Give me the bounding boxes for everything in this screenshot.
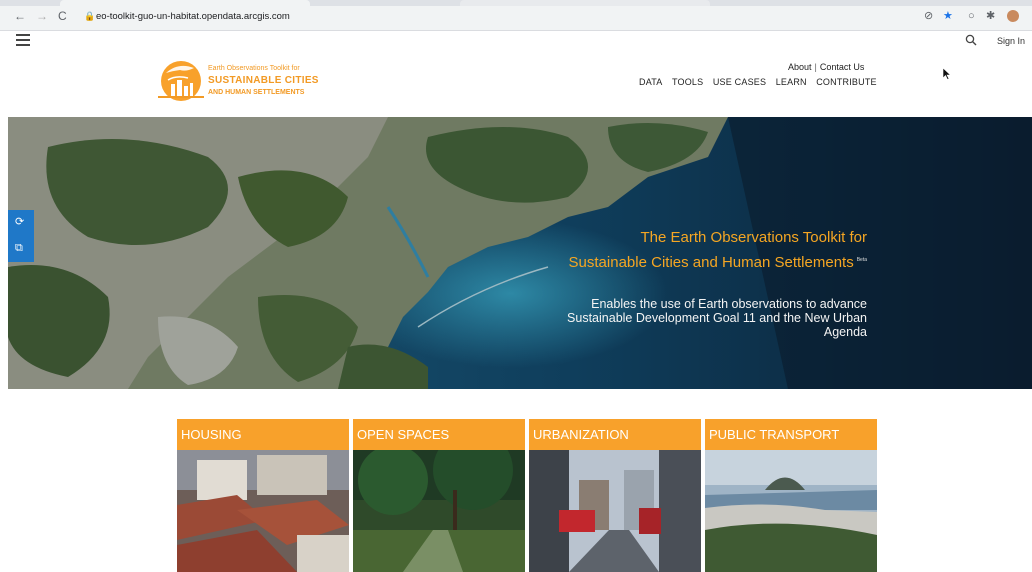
- beta-badge: Beta: [856, 257, 867, 263]
- about-link[interactable]: About: [788, 62, 812, 72]
- nav-contribute[interactable]: CONTRIBUTE: [816, 77, 877, 87]
- site-top-bar: Sign In: [0, 31, 1032, 51]
- open-spaces-photo: [353, 450, 525, 572]
- browser-tab-2[interactable]: [460, 0, 710, 6]
- browser-toolbar: ← → C 🔒 eo-toolkit-guo-un-habitat.openda…: [0, 0, 1032, 31]
- logo-line-2: SUSTAINABLE CITIES: [208, 75, 319, 86]
- site-logo[interactable]: Earth Observations Toolkit for SUSTAINAB…: [158, 58, 338, 104]
- logo-line-3: AND HUMAN SETTLEMENTS: [208, 89, 305, 96]
- nav-learn[interactable]: LEARN: [776, 77, 807, 87]
- address-bar[interactable]: 🔒 eo-toolkit-guo-un-habitat.opendata.arc…: [78, 8, 938, 26]
- forward-icon[interactable]: →: [36, 10, 48, 22]
- public-transport-photo: [705, 450, 877, 572]
- card-label: OPEN SPACES: [357, 427, 450, 442]
- card-label: URBANIZATION: [533, 427, 629, 442]
- utility-links: About | Contact Us: [788, 62, 864, 72]
- nav-data[interactable]: DATA: [639, 77, 662, 87]
- hero-title-text: The Earth Observations Toolkit for Susta…: [568, 229, 867, 271]
- card-label: PUBLIC TRANSPORT: [709, 427, 840, 442]
- card-header: URBANIZATION: [529, 419, 701, 450]
- topic-cards: HOUSING OPEN SPACES URBANIZATION PUBLIC …: [177, 419, 877, 572]
- globe-city-logo-icon: [158, 61, 204, 101]
- utility-separator: |: [814, 62, 817, 72]
- share-icon[interactable]: ⧉: [15, 242, 23, 254]
- browser-tab[interactable]: [60, 0, 310, 6]
- back-icon[interactable]: ←: [14, 10, 26, 22]
- hero-subtitle: Enables the use of Earth observations to…: [567, 297, 867, 339]
- housing-photo: [177, 450, 349, 572]
- translate-icon[interactable]: ⟳: [15, 216, 24, 228]
- mouse-cursor-icon: [943, 68, 951, 80]
- urbanization-photo: [529, 450, 701, 572]
- hero-banner: The Earth Observations Toolkit for Susta…: [8, 117, 1032, 389]
- nav-tools[interactable]: TOOLS: [672, 77, 703, 87]
- card-open-spaces[interactable]: OPEN SPACES: [353, 419, 525, 572]
- address-text[interactable]: eo-toolkit-guo-un-habitat.opendata.arcgi…: [96, 11, 290, 22]
- tab-strip: [0, 0, 1032, 6]
- card-label: HOUSING: [181, 427, 242, 442]
- card-public-transport[interactable]: PUBLIC TRANSPORT: [705, 419, 877, 572]
- card-urbanization[interactable]: URBANIZATION: [529, 419, 701, 572]
- extension-circle-icon[interactable]: ○: [968, 10, 975, 22]
- card-housing[interactable]: HOUSING: [177, 419, 349, 572]
- profile-avatar[interactable]: [1007, 10, 1019, 22]
- reload-icon[interactable]: C: [58, 10, 67, 22]
- card-header: PUBLIC TRANSPORT: [705, 419, 877, 450]
- satellite-image: [8, 117, 1032, 389]
- lock-icon: 🔒: [84, 11, 96, 21]
- card-header: OPEN SPACES: [353, 419, 525, 450]
- hero-title: The Earth Observations Toolkit for Susta…: [567, 227, 867, 274]
- sign-in-link[interactable]: Sign In: [997, 36, 1025, 46]
- main-navigation: DATA TOOLS USE CASES LEARN CONTRIBUTE: [639, 77, 884, 87]
- camera-off-icon[interactable]: ⊘: [924, 10, 933, 22]
- logo-line-1: Earth Observations Toolkit for: [208, 65, 300, 72]
- bookmark-star-icon[interactable]: ★: [943, 10, 953, 22]
- hamburger-menu-icon[interactable]: [16, 34, 30, 46]
- side-toolbar: ⟳ ⧉: [8, 210, 34, 262]
- extensions-puzzle-icon[interactable]: ✱: [986, 10, 995, 22]
- search-icon[interactable]: [965, 34, 977, 46]
- nav-use-cases[interactable]: USE CASES: [713, 77, 766, 87]
- card-header: HOUSING: [177, 419, 349, 450]
- contact-us-link[interactable]: Contact Us: [820, 62, 865, 72]
